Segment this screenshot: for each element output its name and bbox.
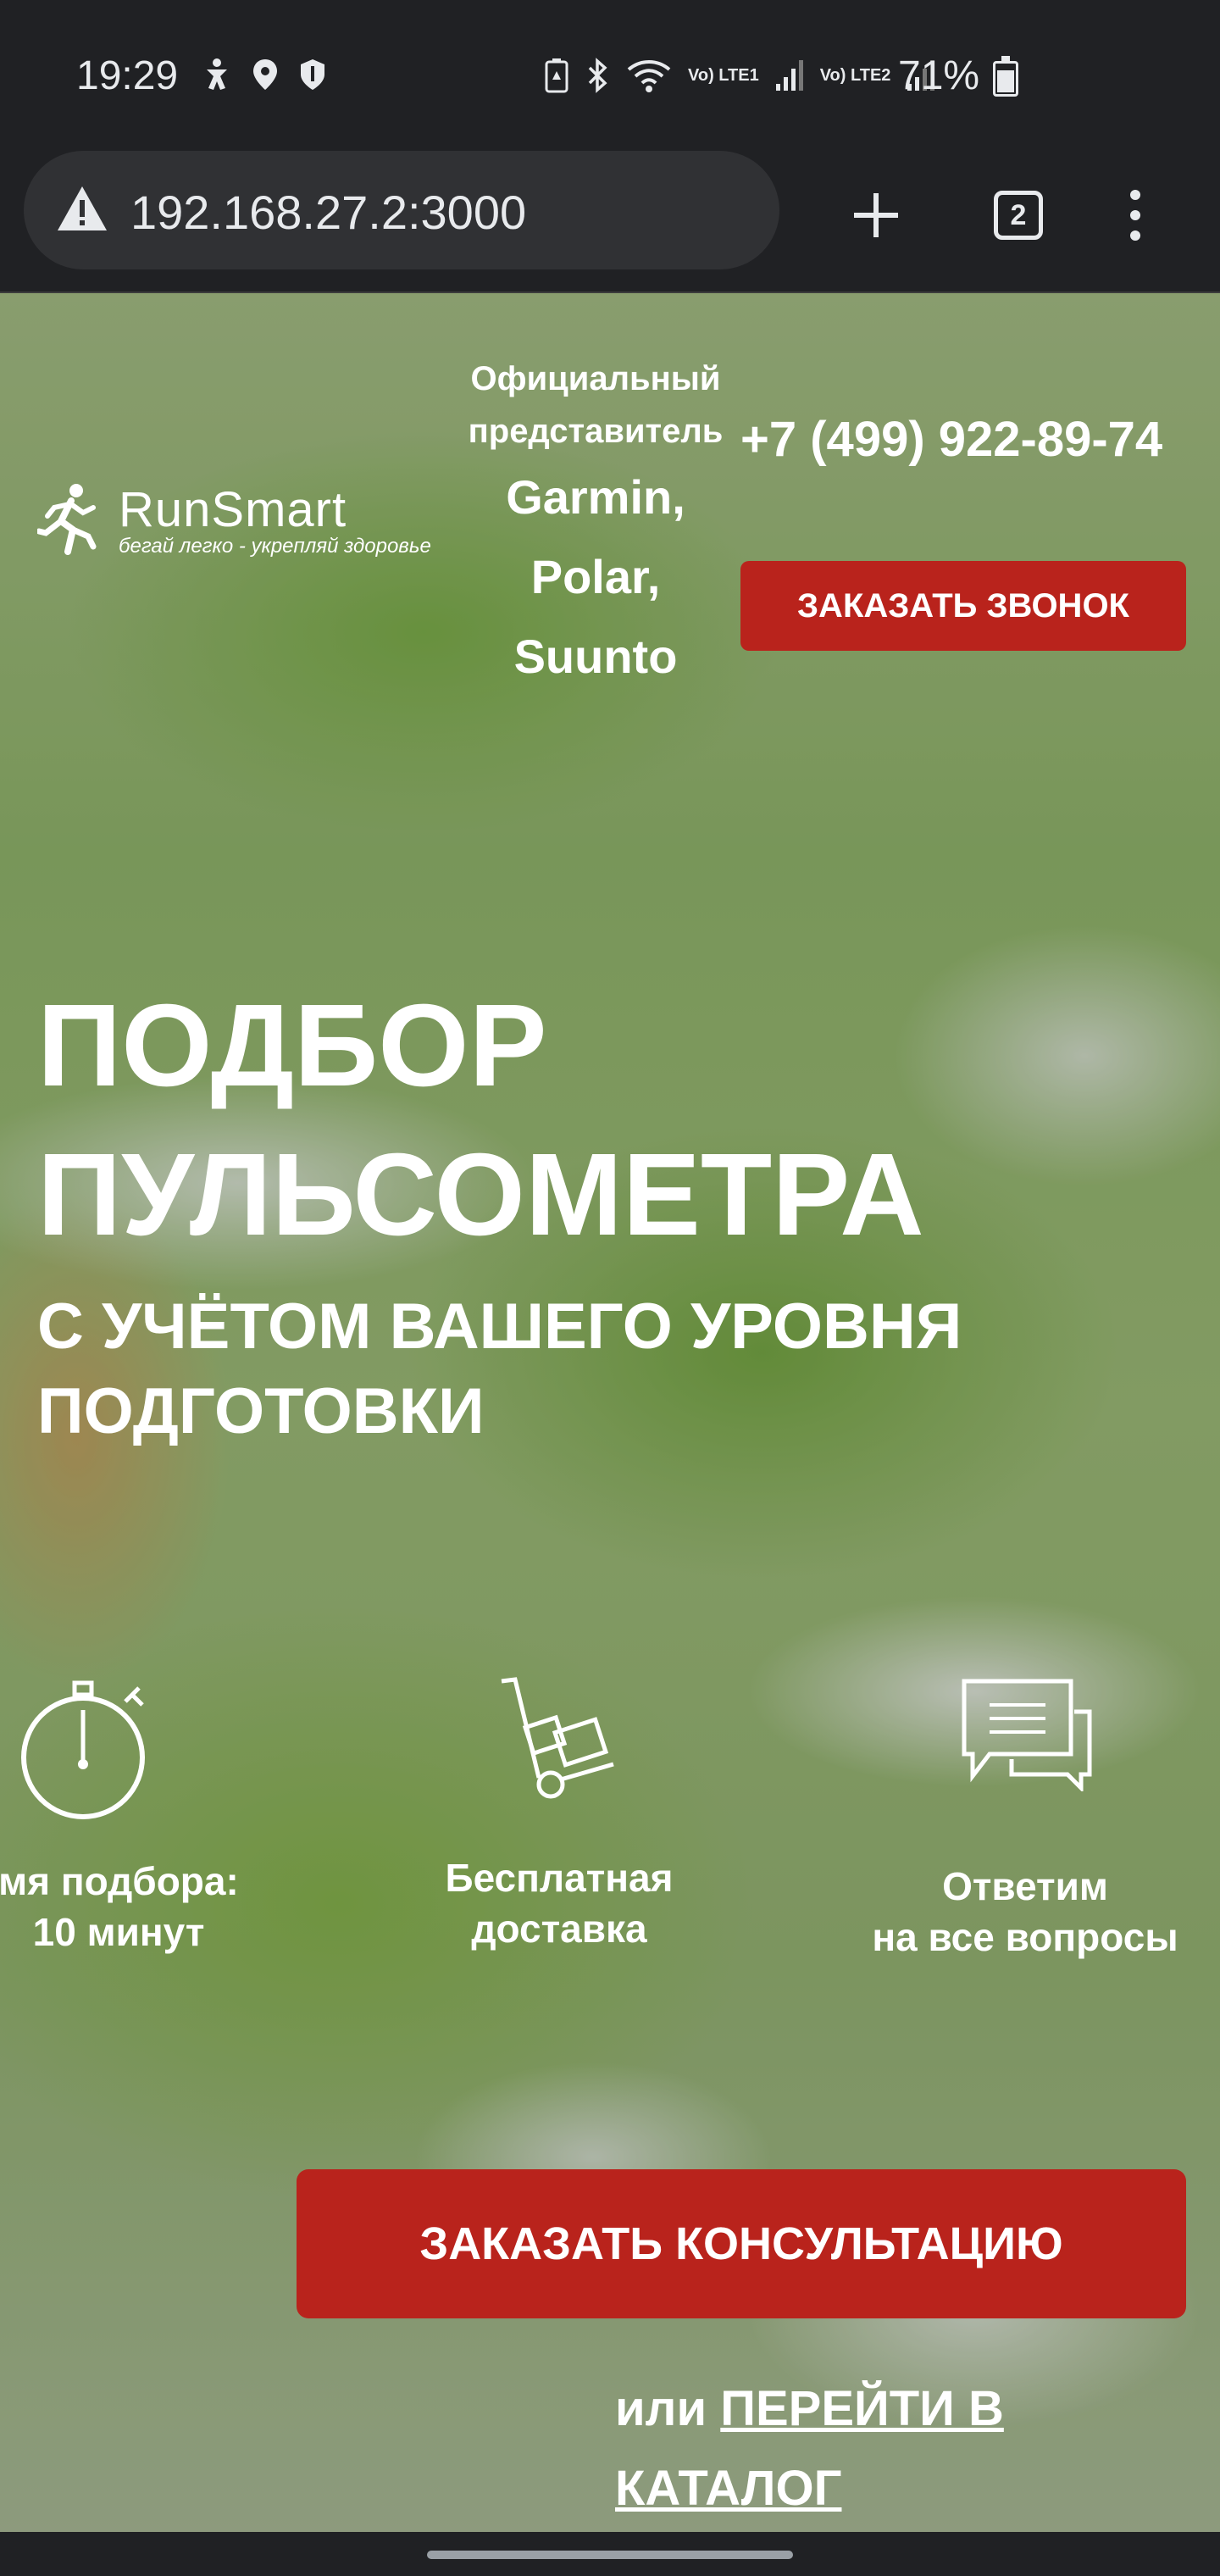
- status-bar: 19:29 Vo) LTE1 Vo) LTE2 71%: [0, 0, 1220, 149]
- menu-button[interactable]: [1093, 173, 1178, 258]
- brand-polar: Polar,: [530, 550, 661, 603]
- system-nav-bar: [0, 2532, 1220, 2576]
- location-icon: [253, 59, 277, 90]
- rep-line-2: представитель: [468, 413, 724, 450]
- status-time: 19:29: [76, 53, 179, 98]
- consultation-button[interactable]: ЗАКАЗАТЬ КОНСУЛЬТАЦИЮ: [297, 2169, 1186, 2318]
- new-tab-button[interactable]: [834, 173, 918, 258]
- warning-icon[interactable]: [56, 185, 108, 232]
- signal-1-icon: [775, 60, 803, 91]
- official-representative: Официальный представитель Garmin, Polar,…: [464, 353, 727, 697]
- shield-icon: [301, 59, 324, 90]
- bluetooth-icon: [588, 58, 607, 93]
- or-text: или: [615, 2381, 707, 2436]
- url-text[interactable]: 192.168.27.2:3000: [130, 185, 526, 240]
- lte1-label: Vo) LTE1: [688, 66, 759, 85]
- stopwatch-icon: [21, 1680, 145, 1819]
- phone-number[interactable]: +7 (499) 922-89-74: [740, 400, 1181, 480]
- logo-tagline: бегай легко - укрепляй здоровье: [119, 535, 431, 558]
- wifi-icon: [627, 60, 671, 92]
- more-icon: [1130, 190, 1140, 241]
- logo[interactable]: RunSmart бегай легко - укрепляй здоровье: [37, 481, 431, 558]
- catalog-cta: или ПЕРЕЙТИ В КАТАЛОГ: [615, 2369, 1090, 2529]
- battery-saver-icon: [545, 58, 568, 93]
- brand-garmin: Garmin,: [506, 470, 685, 524]
- battery-percent: 71%: [898, 53, 980, 98]
- callback-button[interactable]: ЗАКАЗАТЬ ЗВОНОК: [740, 561, 1186, 651]
- tabs-icon: 2: [994, 191, 1043, 240]
- feature-delivery: Бесплатная доставка: [445, 1856, 674, 1951]
- page-title: ПОДБОР ПУЛЬСОМЕТРА: [37, 971, 924, 1269]
- chat-bubbles-icon: [962, 1679, 1092, 1791]
- battery-icon: [993, 56, 1018, 97]
- address-bar[interactable]: 192.168.27.2:3000: [24, 151, 779, 269]
- subtitle-line-1: С УЧЁТОМ ВАШЕГО УРОВНЯ: [37, 1291, 962, 1363]
- title-line-2: ПУЛЬСОМЕТРА: [37, 1130, 924, 1260]
- feature-time: мя подбора: 10 минут: [0, 1859, 239, 1954]
- title-line-1: ПОДБОР: [37, 980, 547, 1111]
- plus-icon: [854, 193, 898, 237]
- subtitle-line-2: ПОДГОТОВКИ: [37, 1375, 485, 1447]
- tab-switcher-button[interactable]: 2: [976, 173, 1061, 258]
- rep-line-1: Официальный: [470, 360, 721, 397]
- runner-icon: [37, 483, 97, 555]
- lte2-label: Vo) LTE2: [819, 66, 891, 85]
- feature-questions: Ответим на все вопросы: [872, 1864, 1178, 1959]
- accessibility-icon: [207, 58, 227, 90]
- hero-section: RunSmart бегай легко - укрепляй здоровье…: [0, 293, 1220, 2532]
- brand-suunto: Suunto: [513, 630, 678, 683]
- home-gesture-handle[interactable]: [427, 2551, 793, 2559]
- delivery-cart-icon: [501, 1677, 614, 1799]
- logo-name: RunSmart: [119, 482, 347, 537]
- page-subtitle: С УЧЁТОМ ВАШЕГО УРОВНЯ ПОДГОТОВКИ: [37, 1285, 962, 1454]
- browser-toolbar: 192.168.27.2:3000 2: [0, 149, 1220, 293]
